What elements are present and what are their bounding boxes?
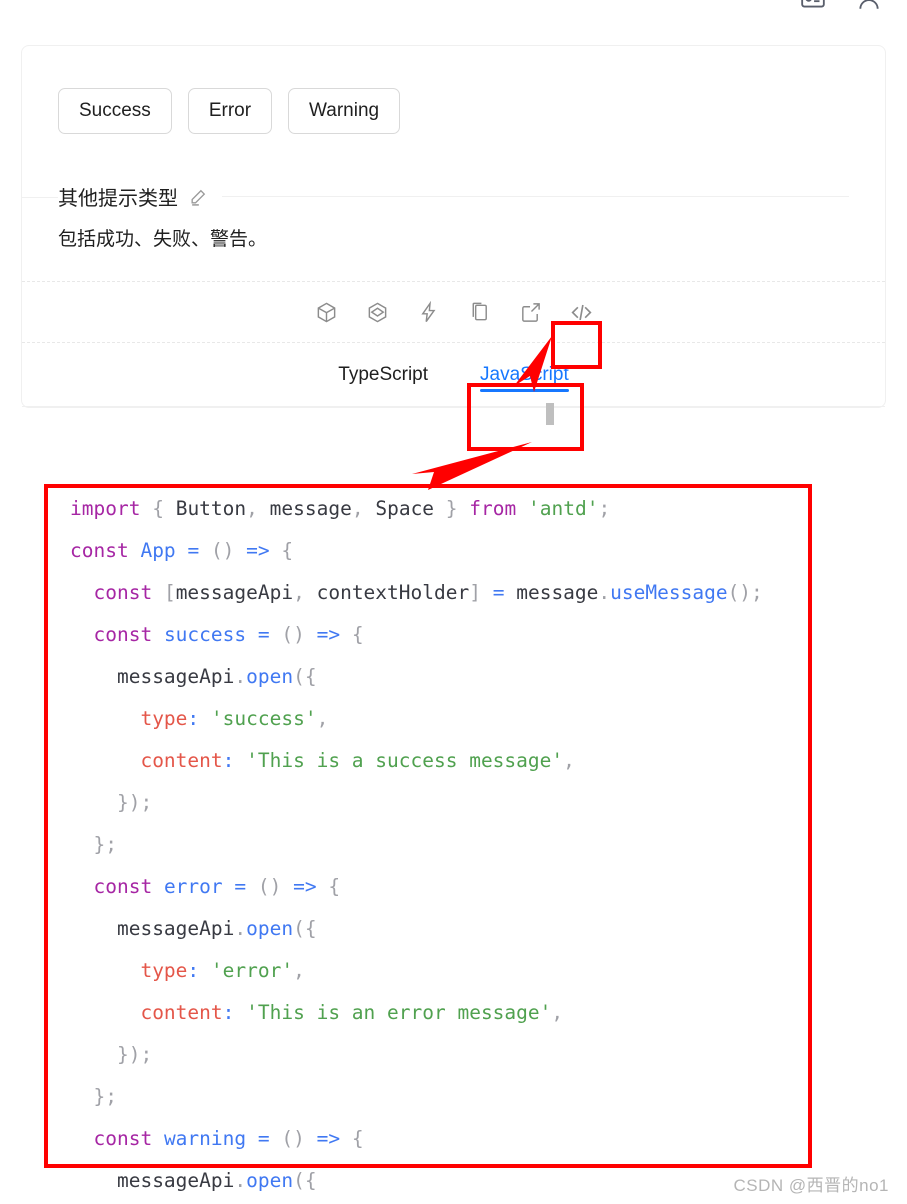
codepen-icon[interactable] [363,298,391,326]
demo-title: 其他提示类型 [58,188,178,210]
demo-meta: 其他提示类型 包括成功、失败、警告。 [22,182,885,281]
tab-typescript[interactable]: TypeScript [338,343,428,406]
demo-title-row: 其他提示类型 [22,182,849,211]
stackblitz-icon[interactable] [414,298,442,326]
warning-button[interactable]: Warning [288,88,401,134]
code-language-tabs: TypeScript JavaScript [22,343,885,408]
top-icon-bar [800,0,882,12]
demo-title-divider [222,196,849,197]
demo-card: Success Error Warning 其他提示类型 包括成功、失败、警告。 [21,45,886,409]
demo-preview: Success Error Warning [22,46,885,182]
user-avatar-icon[interactable] [856,0,882,12]
edit-pencil-icon[interactable] [188,187,208,207]
tab-javascript[interactable]: JavaScript [480,343,569,406]
demo-action-toolbar [22,281,885,344]
tab-javascript-label: JavaScript [480,363,569,385]
demo-description: 包括成功、失败、警告。 [58,229,268,250]
csdn-watermark: CSDN @西晋的no1 [733,1176,889,1195]
error-button[interactable]: Error [187,88,273,134]
code-icon[interactable] [567,298,595,326]
code-block: import { Button, message, Space } from '… [0,466,907,1204]
id-card-icon[interactable] [800,0,826,12]
codesandbox-icon[interactable] [312,298,340,326]
success-button[interactable]: Success [58,88,172,134]
external-link-icon[interactable] [516,298,544,326]
code-content[interactable]: import { Button, message, Space } from '… [0,488,907,1202]
demo-button-row: Success Error Warning [22,88,885,182]
copy-icon[interactable] [465,298,493,326]
